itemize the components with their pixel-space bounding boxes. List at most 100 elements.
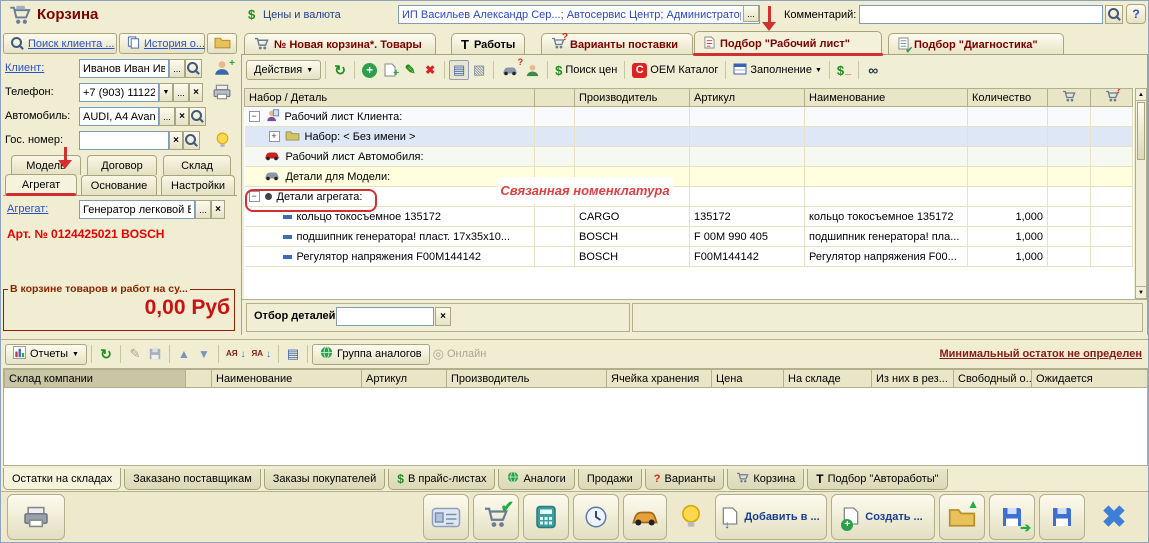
actions-menu-button[interactable]: Действия ▼ xyxy=(246,60,321,80)
comment-input[interactable] xyxy=(859,5,1103,24)
vehicle-big-button[interactable] xyxy=(623,494,667,540)
search-client-button[interactable]: Поиск клиента ... xyxy=(3,33,117,54)
tab-sklad[interactable]: Склад xyxy=(163,155,231,175)
tab-new-cart-goods[interactable]: № Новая корзина*. Товары xyxy=(244,33,436,55)
filter-input[interactable] xyxy=(336,307,434,326)
tab-cart[interactable]: Корзина xyxy=(727,469,804,490)
col-name[interactable]: Наименование xyxy=(805,89,968,107)
col-stock-name[interactable]: Наименование xyxy=(212,370,362,388)
tree-row-set-noname[interactable]: +Набор: < Без имени > xyxy=(245,127,1133,147)
print-client-button[interactable] xyxy=(207,81,237,103)
tab-nastroyki[interactable]: Настройки xyxy=(161,175,235,195)
aggregate-clear-button[interactable]: × xyxy=(211,200,225,219)
col-blank[interactable] xyxy=(186,370,212,388)
tab-agregat[interactable]: Агрегат xyxy=(5,174,77,195)
tree-row-vehicle-worksheet[interactable]: Рабочий лист Автомобиля: xyxy=(245,147,1133,167)
stock-refresh-button[interactable]: ↻ xyxy=(96,344,116,364)
tab-variants[interactable]: ?Варианты xyxy=(645,469,725,490)
col-qty[interactable]: Количество xyxy=(968,89,1048,107)
part-row[interactable]: подшипник генератора! пласт. 17x35x10...… xyxy=(245,227,1133,247)
vehicle-ellipsis-button[interactable]: ... xyxy=(159,107,175,126)
analogs-group-button[interactable]: Группа аналогов xyxy=(312,344,430,365)
reports-menu-button[interactable]: Отчеты ▼ xyxy=(5,344,87,365)
refresh-button[interactable]: ↻ xyxy=(330,60,350,80)
phone-dropdown-button[interactable]: ▼ xyxy=(159,83,173,102)
col-stock-manufacturer[interactable]: Производитель xyxy=(447,370,607,388)
part-row[interactable]: кольцо токосъемное 135172 CARGO 135172 к… xyxy=(245,207,1133,227)
col-set-detail[interactable]: Набор / Деталь xyxy=(245,89,535,107)
tab-osnovanie[interactable]: Основание xyxy=(81,175,157,195)
tab-worksheet-pick[interactable]: Подбор "Рабочий лист" xyxy=(694,31,882,55)
col-cart-icon[interactable] xyxy=(1048,89,1091,107)
add-to-button[interactable]: ↓ Добавить в ... xyxy=(715,494,827,540)
vehicle-input[interactable] xyxy=(79,107,159,126)
col-article[interactable]: Артикул xyxy=(690,89,805,107)
bulb-big-icon[interactable] xyxy=(669,494,713,540)
find-binoculars-button[interactable]: ∞ xyxy=(863,60,883,80)
oem-catalog-button[interactable]: C OEM Каталог xyxy=(629,60,721,80)
edit-button[interactable]: ✎ xyxy=(400,60,420,80)
copy-button[interactable]: + xyxy=(380,60,400,80)
vehicle-clear-button[interactable]: × xyxy=(175,107,189,126)
delete-button[interactable]: ✖ xyxy=(420,60,440,80)
client-ellipsis-button[interactable]: ... xyxy=(169,59,185,78)
sort-asc-button[interactable]: АЯ↓ xyxy=(223,344,249,364)
car-question-button[interactable]: ? xyxy=(498,60,522,80)
part-row[interactable]: Регулятор напряжения F00M144142 BOSCH F0… xyxy=(245,247,1133,267)
tab-works[interactable]: Т Работы xyxy=(451,33,525,55)
confirm-cart-button[interactable]: ✔ xyxy=(473,494,519,540)
fill-menu-button[interactable]: Заполнение ▼ xyxy=(730,60,824,80)
print-button[interactable] xyxy=(7,494,65,540)
col-company-warehouse[interactable]: Склад компании xyxy=(5,370,186,388)
calculator-button[interactable] xyxy=(523,494,569,540)
add-button[interactable]: + xyxy=(359,60,380,80)
history-button[interactable]: История о... xyxy=(119,33,205,54)
hint-bulb-icon[interactable] xyxy=(209,129,235,151)
client-search-button[interactable] xyxy=(185,59,202,78)
hierarchy-view-button[interactable]: ▤ xyxy=(449,60,469,80)
close-button[interactable]: ✖ xyxy=(1089,494,1139,540)
tab-sales[interactable]: Продажи xyxy=(578,469,642,490)
parts-scrollbar[interactable]: ▲ ▼ xyxy=(1135,88,1147,299)
col-manufacturer[interactable]: Производитель xyxy=(575,89,690,107)
col-free[interactable]: Свободный о... xyxy=(954,370,1032,388)
settings-list-button[interactable]: ▧ xyxy=(469,60,489,80)
price-set-button[interactable]: $_ xyxy=(834,60,854,80)
scroll-thumb[interactable] xyxy=(1137,102,1145,160)
tab-dogovor[interactable]: Договор xyxy=(87,155,157,175)
col-reserved[interactable]: Из них в рез... xyxy=(872,370,954,388)
tree-row-aggregate-details[interactable]: −Детали агрегата: xyxy=(245,187,1133,207)
sort-desc-button[interactable]: ЯА↓ xyxy=(249,344,275,364)
plate-search-button[interactable] xyxy=(183,131,200,150)
client-label[interactable]: Клиент: xyxy=(5,62,44,74)
tab-stock-remains[interactable]: Остатки на складах xyxy=(3,468,121,490)
tab-diagnostics-pick[interactable]: ✔ Подбор "Диагностика" xyxy=(888,33,1064,55)
organization-ellipsis-button[interactable]: ... xyxy=(743,5,759,22)
tab-delivery-variants[interactable]: ? Варианты поставки xyxy=(541,33,693,55)
organization-combo[interactable]: ИП Васильев Александр Сер...; Автосервис… xyxy=(398,5,760,24)
vehicle-search-button[interactable] xyxy=(189,107,206,126)
price-search-button[interactable]: $ Поиск цен xyxy=(552,60,620,80)
client-card-big-button[interactable] xyxy=(423,494,469,540)
aggregate-ellipsis-button[interactable]: ... xyxy=(195,200,211,219)
phone-ellipsis-button[interactable]: ... xyxy=(173,83,189,102)
save-button[interactable] xyxy=(1039,494,1085,540)
move-down-button[interactable]: ▼ xyxy=(194,344,214,364)
col-in-stock[interactable]: На складе xyxy=(784,370,872,388)
phone-clear-button[interactable]: × xyxy=(189,83,203,102)
filter-clear-button[interactable]: × xyxy=(435,307,451,326)
comment-search-button[interactable] xyxy=(1105,5,1123,24)
plate-input[interactable] xyxy=(79,131,169,150)
aggregate-input[interactable] xyxy=(79,200,195,219)
client-input[interactable] xyxy=(79,59,169,78)
tab-ordered-suppliers[interactable]: Заказано поставщикам xyxy=(124,469,261,490)
tab-customer-orders[interactable]: Заказы покупателей xyxy=(264,469,386,490)
scroll-up-icon[interactable]: ▲ xyxy=(1136,89,1146,101)
collapse-icon[interactable]: − xyxy=(249,111,260,122)
prices-currency-link[interactable]: Цены и валюта xyxy=(263,9,341,21)
client-card-button[interactable] xyxy=(522,60,543,80)
col-cart-question-icon[interactable]: ? xyxy=(1091,89,1133,107)
col-stock-article[interactable]: Артикул xyxy=(362,370,447,388)
save-close-button[interactable]: ➔ xyxy=(989,494,1035,540)
tree-row-client-worksheet[interactable]: −Рабочий лист Клиента: xyxy=(245,107,1133,127)
